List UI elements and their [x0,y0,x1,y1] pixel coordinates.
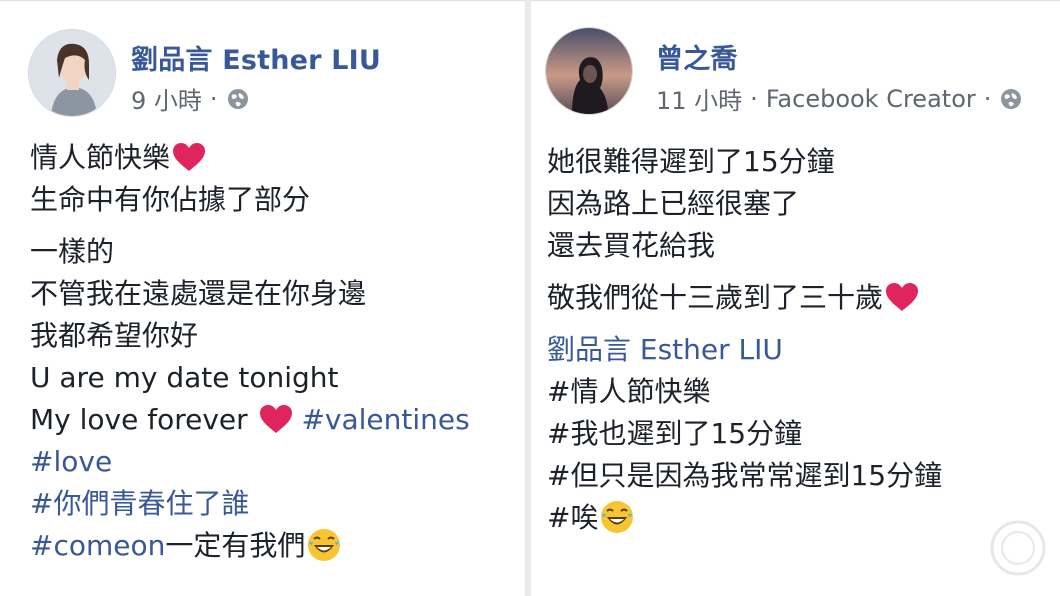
hashtag-link[interactable]: #love [30,441,525,483]
profile-photo-icon [29,30,115,116]
globe-icon[interactable] [226,87,250,111]
post-line: 還去買花給我 [547,229,716,262]
meta-separator: · [983,84,992,113]
laughing-emoji-icon [308,529,341,561]
globe-icon[interactable] [999,87,1023,111]
hashtag-link[interactable]: #情人節快樂 [547,371,1060,413]
post-line: 她很難得遲到了15分鐘 [547,145,835,178]
author-name[interactable]: 劉品言 Esther LIU [131,38,381,77]
profile-photo-icon [546,28,632,114]
post-text: 她很難得遲到了15分鐘 因為路上已經很塞了 還去買花給我 敬我們從十三歲到了三十… [547,141,1060,539]
hashtag-link[interactable]: #valentines [293,403,469,436]
red-heart-icon [259,405,292,433]
hashtag-link[interactable]: #你們青春住了誰 [30,483,525,525]
post-timestamp[interactable]: 11 小時 [656,81,742,116]
post-line: U are my date tonight [30,361,339,394]
meta-separator: · [209,84,218,113]
hashtag-link[interactable]: #唉 [547,497,1060,539]
post-meta: 11 小時 · Facebook Creator · [656,81,1023,116]
post-card-left: 劉品言 Esther LIU 9 小時 · 情人節快樂 生命中有你佔據了部分 一… [0,0,526,596]
post-line: 我都希望你好 [30,319,199,352]
red-heart-icon [173,143,206,171]
meta-separator: · [750,84,758,113]
hashtag-link[interactable]: #但只是因為我常常遲到15分鐘 [547,455,1060,497]
hashtag-link[interactable]: #comeon [30,529,165,562]
laughing-emoji-icon [601,501,634,533]
author-name[interactable]: 曾之喬 [656,37,738,76]
avatar[interactable] [28,29,116,117]
post-meta: 9 小時 · [131,81,250,116]
post-line: #comeon一定有我們 [30,525,525,567]
post-line: 生命中有你佔據了部分 [30,183,311,216]
mention-link[interactable]: 劉品言 Esther LIU [547,329,1060,371]
red-heart-icon [886,283,919,311]
watermark-logo-icon [990,520,1046,576]
post-header: 曾之喬 11 小時 · Facebook Creator · [531,1,1060,121]
post-line: 情人節快樂 [30,137,525,179]
post-header: 劉品言 Esther LIU 9 小時 · [0,1,525,121]
creator-label[interactable]: Facebook Creator [766,85,976,113]
post-line: 因為路上已經很塞了 [547,187,800,220]
post-timestamp[interactable]: 9 小時 [131,81,202,116]
post-line: 不管我在遠處還是在你身邊 [30,277,367,310]
hashtag-link[interactable]: #我也遲到了15分鐘 [547,413,1060,455]
post-line: 敬我們從十三歲到了三十歲 [547,277,1060,319]
post-card-right: 曾之喬 11 小時 · Facebook Creator · 她很難得遲到了15… [531,0,1060,596]
avatar[interactable] [545,27,633,115]
post-text: 情人節快樂 生命中有你佔據了部分 一樣的 不管我在遠處還是在你身邊 我都希望你好… [30,137,525,567]
post-line: My love forever #valentines [30,403,470,436]
post-line: 一樣的 [30,235,115,268]
